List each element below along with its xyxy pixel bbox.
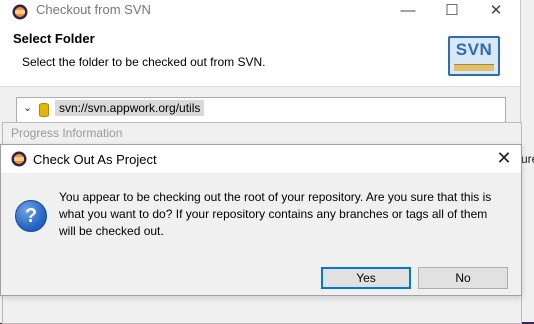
database-icon [39, 103, 49, 117]
repository-tree[interactable]: ⌄ svn://svn.appwork.org/utils [16, 97, 506, 123]
maximize-button[interactable]: ☐ [430, 0, 474, 24]
repository-tree-item[interactable]: svn://svn.appwork.org/utils [55, 100, 205, 116]
minimize-button[interactable]: — [386, 0, 430, 24]
dialog-message-line: will be checked out. [59, 224, 164, 238]
window-close-button[interactable]: ✕ [474, 0, 518, 24]
chevron-down-icon[interactable]: ⌄ [23, 101, 32, 114]
eclipse-icon [11, 151, 27, 167]
dialog-message: You appear to be checking out the root o… [59, 189, 503, 240]
dialog-titlebar: Check Out As Project ✕ [1, 145, 521, 173]
progress-window-title: Progress Information [11, 126, 123, 140]
dialog-title: Check Out As Project [33, 152, 157, 167]
check-out-dialog: Check Out As Project ✕ ? You appear to b… [0, 144, 522, 296]
question-icon: ? [15, 200, 47, 232]
svn-window-title: Checkout from SVN [36, 2, 151, 17]
background-window-text: ure [521, 152, 534, 166]
wizard-page-title: Select Folder [13, 31, 95, 46]
svn-window-titlebar: Checkout from SVN — ☐ ✕ [0, 0, 520, 24]
dialog-close-button[interactable]: ✕ [489, 148, 519, 170]
eclipse-icon [12, 4, 28, 20]
no-button[interactable]: No [418, 267, 508, 289]
wizard-page-description: Select the folder to be checked out from… [22, 55, 266, 69]
dialog-message-line: You appear to be checking out the root o… [59, 190, 492, 204]
svn-logo-icon: SVN [448, 36, 500, 76]
dialog-message-line: what you want to do? If your repository … [59, 207, 488, 221]
svn-logo-bar [454, 64, 494, 71]
yes-button[interactable]: Yes [321, 267, 411, 289]
svn-logo-text: SVN [455, 40, 493, 59]
